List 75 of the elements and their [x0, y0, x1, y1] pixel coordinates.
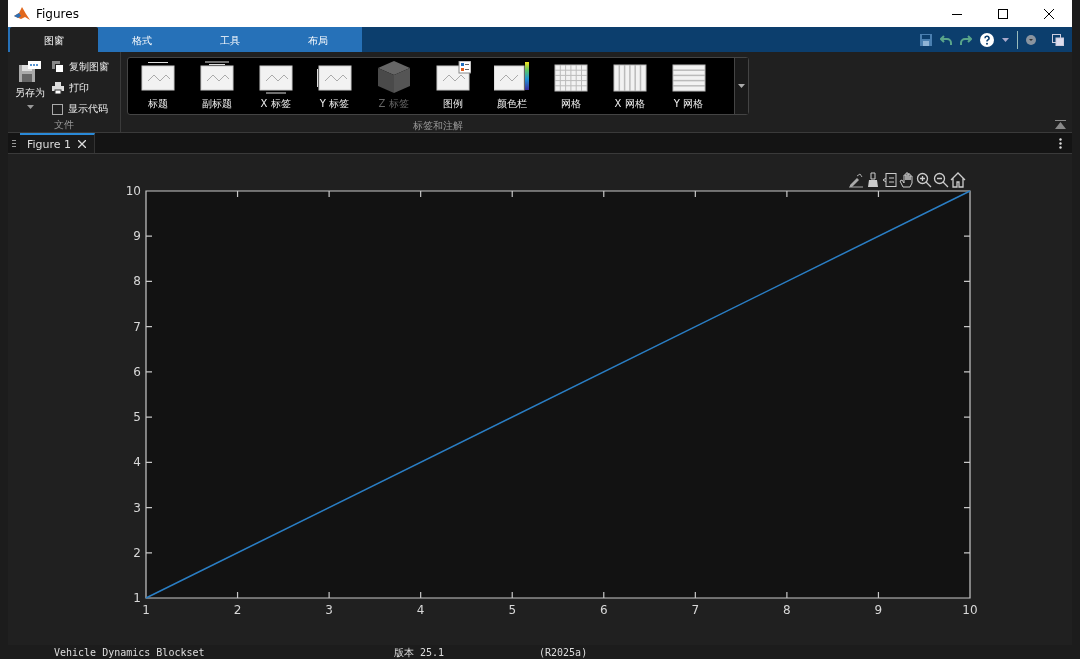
group-label: 文件 [53, 118, 75, 132]
save-icon[interactable] [920, 33, 932, 46]
gallery-item[interactable]: Y 标签 [305, 58, 364, 114]
toolstrip-tab[interactable]: 格式 [98, 29, 186, 52]
window-title: Figures [36, 6, 79, 21]
tick-label: 8 [133, 274, 141, 289]
tick-label: 6 [133, 364, 141, 379]
gallery-item[interactable]: X 网格 [600, 58, 659, 114]
tick-label: 10 [125, 184, 141, 198]
data-tip-icon[interactable] [882, 172, 898, 188]
copy-figure-button[interactable]: 复制图窗 [52, 58, 109, 76]
tick-label: 3 [133, 500, 141, 515]
zoom-out-icon[interactable] [933, 172, 949, 188]
figure-tab[interactable]: Figure 1 [20, 133, 96, 153]
tick-label: 4 [416, 603, 425, 617]
checkbox[interactable] [52, 103, 63, 115]
gallery-item[interactable]: 标题 [128, 58, 187, 114]
maximize-icon[interactable] [998, 8, 1008, 19]
tick-label: 9 [874, 603, 883, 617]
tick-label: 5 [133, 410, 141, 425]
circle-icon[interactable] [1026, 34, 1036, 45]
toolstrip-tab[interactable]: 图窗 [10, 27, 98, 52]
collapse-icon[interactable] [1055, 120, 1066, 130]
cube-icon [375, 60, 412, 94]
group-label: 标签和注解 [412, 118, 464, 132]
tick-label: 1 [142, 603, 150, 617]
tick-label: 2 [133, 545, 141, 560]
brush-icon[interactable] [865, 172, 881, 188]
background-text: Vehicle Dynamics Blockset [54, 647, 206, 659]
gallery-item[interactable]: 网格 [541, 58, 600, 114]
tick-label: 7 [133, 319, 141, 334]
zoom-in-icon[interactable] [916, 172, 932, 188]
tick-label: 3 [325, 603, 333, 617]
floppy-disk-icon [19, 61, 41, 83]
print-button[interactable]: 打印 [52, 79, 109, 97]
tick-label: 10 [962, 603, 978, 617]
subtitle-chart-icon [198, 60, 235, 94]
app-logo-icon [14, 6, 30, 21]
gallery-item[interactable]: X 标签 [246, 58, 305, 114]
pencil-icon[interactable] [848, 172, 864, 188]
copy-icon [52, 61, 64, 73]
legend-chart-icon [434, 60, 471, 94]
caret-icon[interactable] [1002, 37, 1009, 42]
tick-label: 1 [133, 591, 141, 605]
home-icon[interactable] [950, 172, 966, 188]
tick-label: 6 [599, 603, 608, 617]
gallery-item[interactable]: 颜色栏 [482, 58, 541, 114]
show-code-checkbox[interactable]: 显示代码 [52, 100, 109, 118]
gallery-item[interactable]: 副标题 [187, 58, 246, 114]
printer-icon [52, 82, 64, 94]
title-chart-icon [139, 60, 176, 94]
help-icon[interactable] [980, 32, 994, 47]
save-as-button[interactable]: 另存为 [8, 57, 52, 118]
close-icon[interactable] [1044, 8, 1054, 19]
tick-label: 5 [508, 603, 517, 617]
background-text: 版本 25.1 [394, 647, 446, 659]
tick-label: 2 [233, 603, 242, 617]
undo-icon[interactable] [940, 34, 952, 45]
colorbar-chart-icon [493, 60, 530, 94]
gallery-item[interactable]: 图例 [423, 58, 482, 114]
hand-icon[interactable] [899, 172, 915, 188]
window-icon[interactable] [1052, 33, 1064, 46]
background-text: (R2025a) [539, 647, 589, 659]
tick-label: 4 [133, 455, 141, 470]
tick-label: 7 [691, 603, 700, 617]
toolstrip-tab[interactable]: 布局 [274, 29, 362, 52]
grip-icon[interactable] [12, 139, 16, 147]
tick-label: 8 [783, 603, 791, 617]
toolstrip-tab[interactable]: 工具 [186, 29, 274, 52]
tick-label: 9 [133, 229, 141, 244]
redo-icon[interactable] [960, 34, 972, 45]
more-options-icon[interactable] [1058, 137, 1062, 149]
gallery-item[interactable]: Y 网格 [659, 58, 718, 114]
caret-icon [26, 105, 34, 109]
caret-icon [738, 83, 745, 88]
